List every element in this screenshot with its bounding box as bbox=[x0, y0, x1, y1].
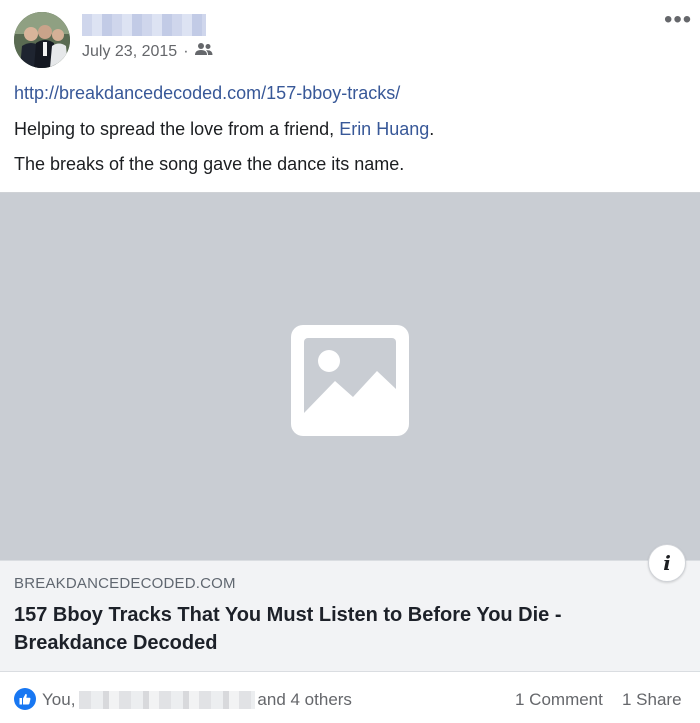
reaction-others: and 4 others bbox=[257, 690, 352, 709]
post-footer: You, and 4 others 1 Comment 1 Share bbox=[0, 672, 700, 723]
post-text-line-2: The breaks of the song gave the dance it… bbox=[14, 154, 405, 174]
author-name-redacted[interactable] bbox=[82, 14, 206, 36]
link-preview[interactable]: BREAKDANCEDECODED.COM 157 Bboy Tracks Th… bbox=[0, 560, 700, 672]
shares-count[interactable]: 1 Share bbox=[622, 690, 682, 710]
info-icon[interactable]: i bbox=[648, 544, 686, 582]
friends-icon[interactable] bbox=[194, 42, 213, 61]
image-placeholder-icon bbox=[291, 325, 409, 436]
avatar-photo bbox=[14, 12, 70, 68]
post-text-suffix: . bbox=[429, 119, 435, 139]
reactions-summary[interactable]: You, and 4 others bbox=[42, 690, 352, 710]
post-meta: July 23, 2015 · bbox=[82, 42, 213, 61]
avatar[interactable] bbox=[14, 12, 70, 68]
preview-domain: BREAKDANCEDECODED.COM bbox=[14, 575, 236, 592]
post-text-line-1: Helping to spread the love from a friend… bbox=[14, 119, 434, 140]
comments-count[interactable]: 1 Comment bbox=[515, 690, 603, 710]
post-link[interactable]: http://breakdancedecoded.com/157-bboy-tr… bbox=[14, 83, 400, 104]
mention-link[interactable]: Erin Huang bbox=[339, 119, 429, 139]
redacted-names bbox=[79, 691, 256, 709]
preview-title[interactable]: 157 Bboy Tracks That You Must Listen to … bbox=[14, 601, 654, 657]
post-header: July 23, 2015 · ••• bbox=[0, 0, 700, 78]
post-text-prefix: Helping to spread the love from a friend… bbox=[14, 119, 340, 139]
reaction-you: You, bbox=[42, 690, 76, 709]
link-image[interactable] bbox=[0, 192, 700, 561]
feed-post: July 23, 2015 · ••• http://breakdancedec… bbox=[0, 0, 700, 723]
more-options-icon[interactable]: ••• bbox=[664, 8, 692, 32]
like-thumb-icon bbox=[14, 688, 36, 710]
meta-separator: · bbox=[183, 42, 189, 60]
post-date[interactable]: July 23, 2015 bbox=[82, 43, 177, 61]
